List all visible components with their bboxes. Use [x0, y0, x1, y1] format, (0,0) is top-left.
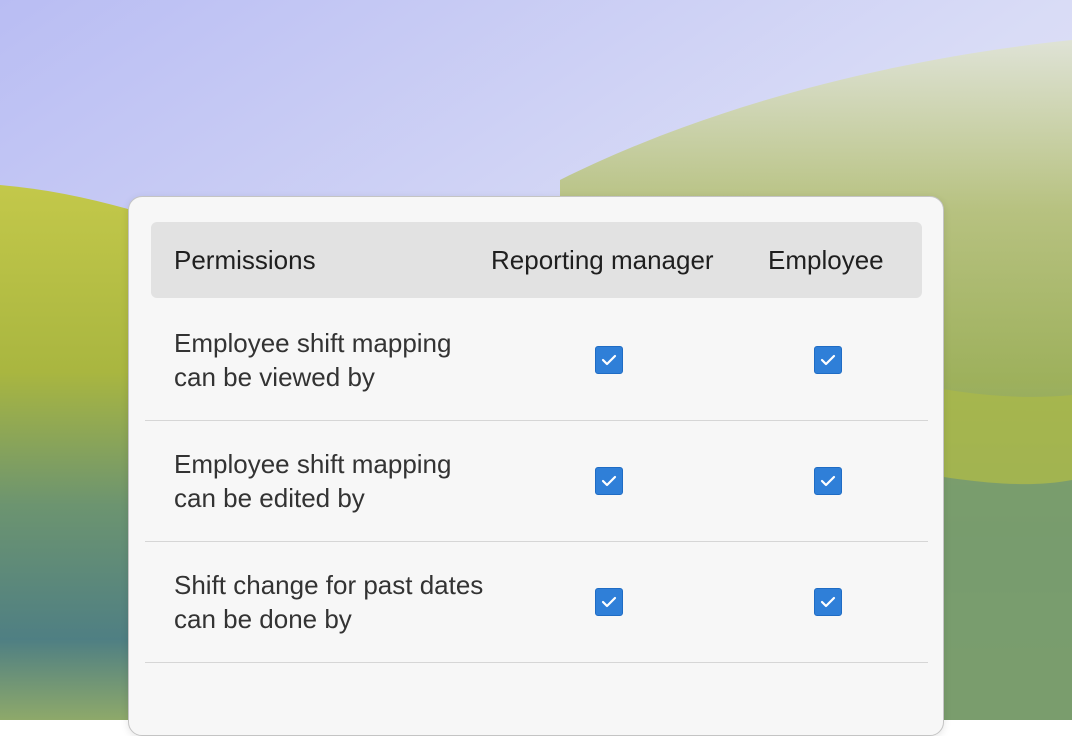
table-row: Shift change for past dates can be done … [145, 542, 928, 663]
permission-label: Employee shift mapping can be edited by [174, 447, 504, 515]
check-icon [601, 596, 617, 608]
check-icon [601, 354, 617, 366]
table-row: Employee shift mapping can be edited by [145, 421, 928, 542]
permissions-column-header: Permissions [174, 245, 316, 275]
employee-checkbox[interactable] [814, 346, 842, 374]
permission-label: Employee shift mapping can be viewed by [174, 326, 504, 394]
check-icon [820, 354, 836, 366]
employee-column-header: Employee [768, 245, 884, 275]
permission-label-line: can be viewed by [174, 362, 375, 392]
reporting-manager-checkbox[interactable] [595, 467, 623, 495]
permission-label-line: Employee shift mapping [174, 328, 452, 358]
permission-label-line: Employee shift mapping [174, 449, 452, 479]
reporting-manager-checkbox[interactable] [595, 588, 623, 616]
permission-label-line: can be done by [174, 604, 352, 634]
check-icon [601, 475, 617, 487]
table-row: Employee shift mapping can be viewed by [145, 300, 928, 421]
permission-label-line: Shift change for past dates [174, 570, 484, 600]
reporting-manager-checkbox[interactable] [595, 346, 623, 374]
permission-label: Shift change for past dates can be done … [174, 568, 504, 636]
check-icon [820, 596, 836, 608]
reporting-manager-column-header: Reporting manager [491, 245, 714, 275]
table-header: Permissions Reporting manager Employee [151, 222, 922, 298]
check-icon [820, 475, 836, 487]
permission-label-line: can be edited by [174, 483, 365, 513]
employee-checkbox[interactable] [814, 467, 842, 495]
permissions-panel: Permissions Reporting manager Employee E… [128, 196, 944, 736]
employee-checkbox[interactable] [814, 588, 842, 616]
